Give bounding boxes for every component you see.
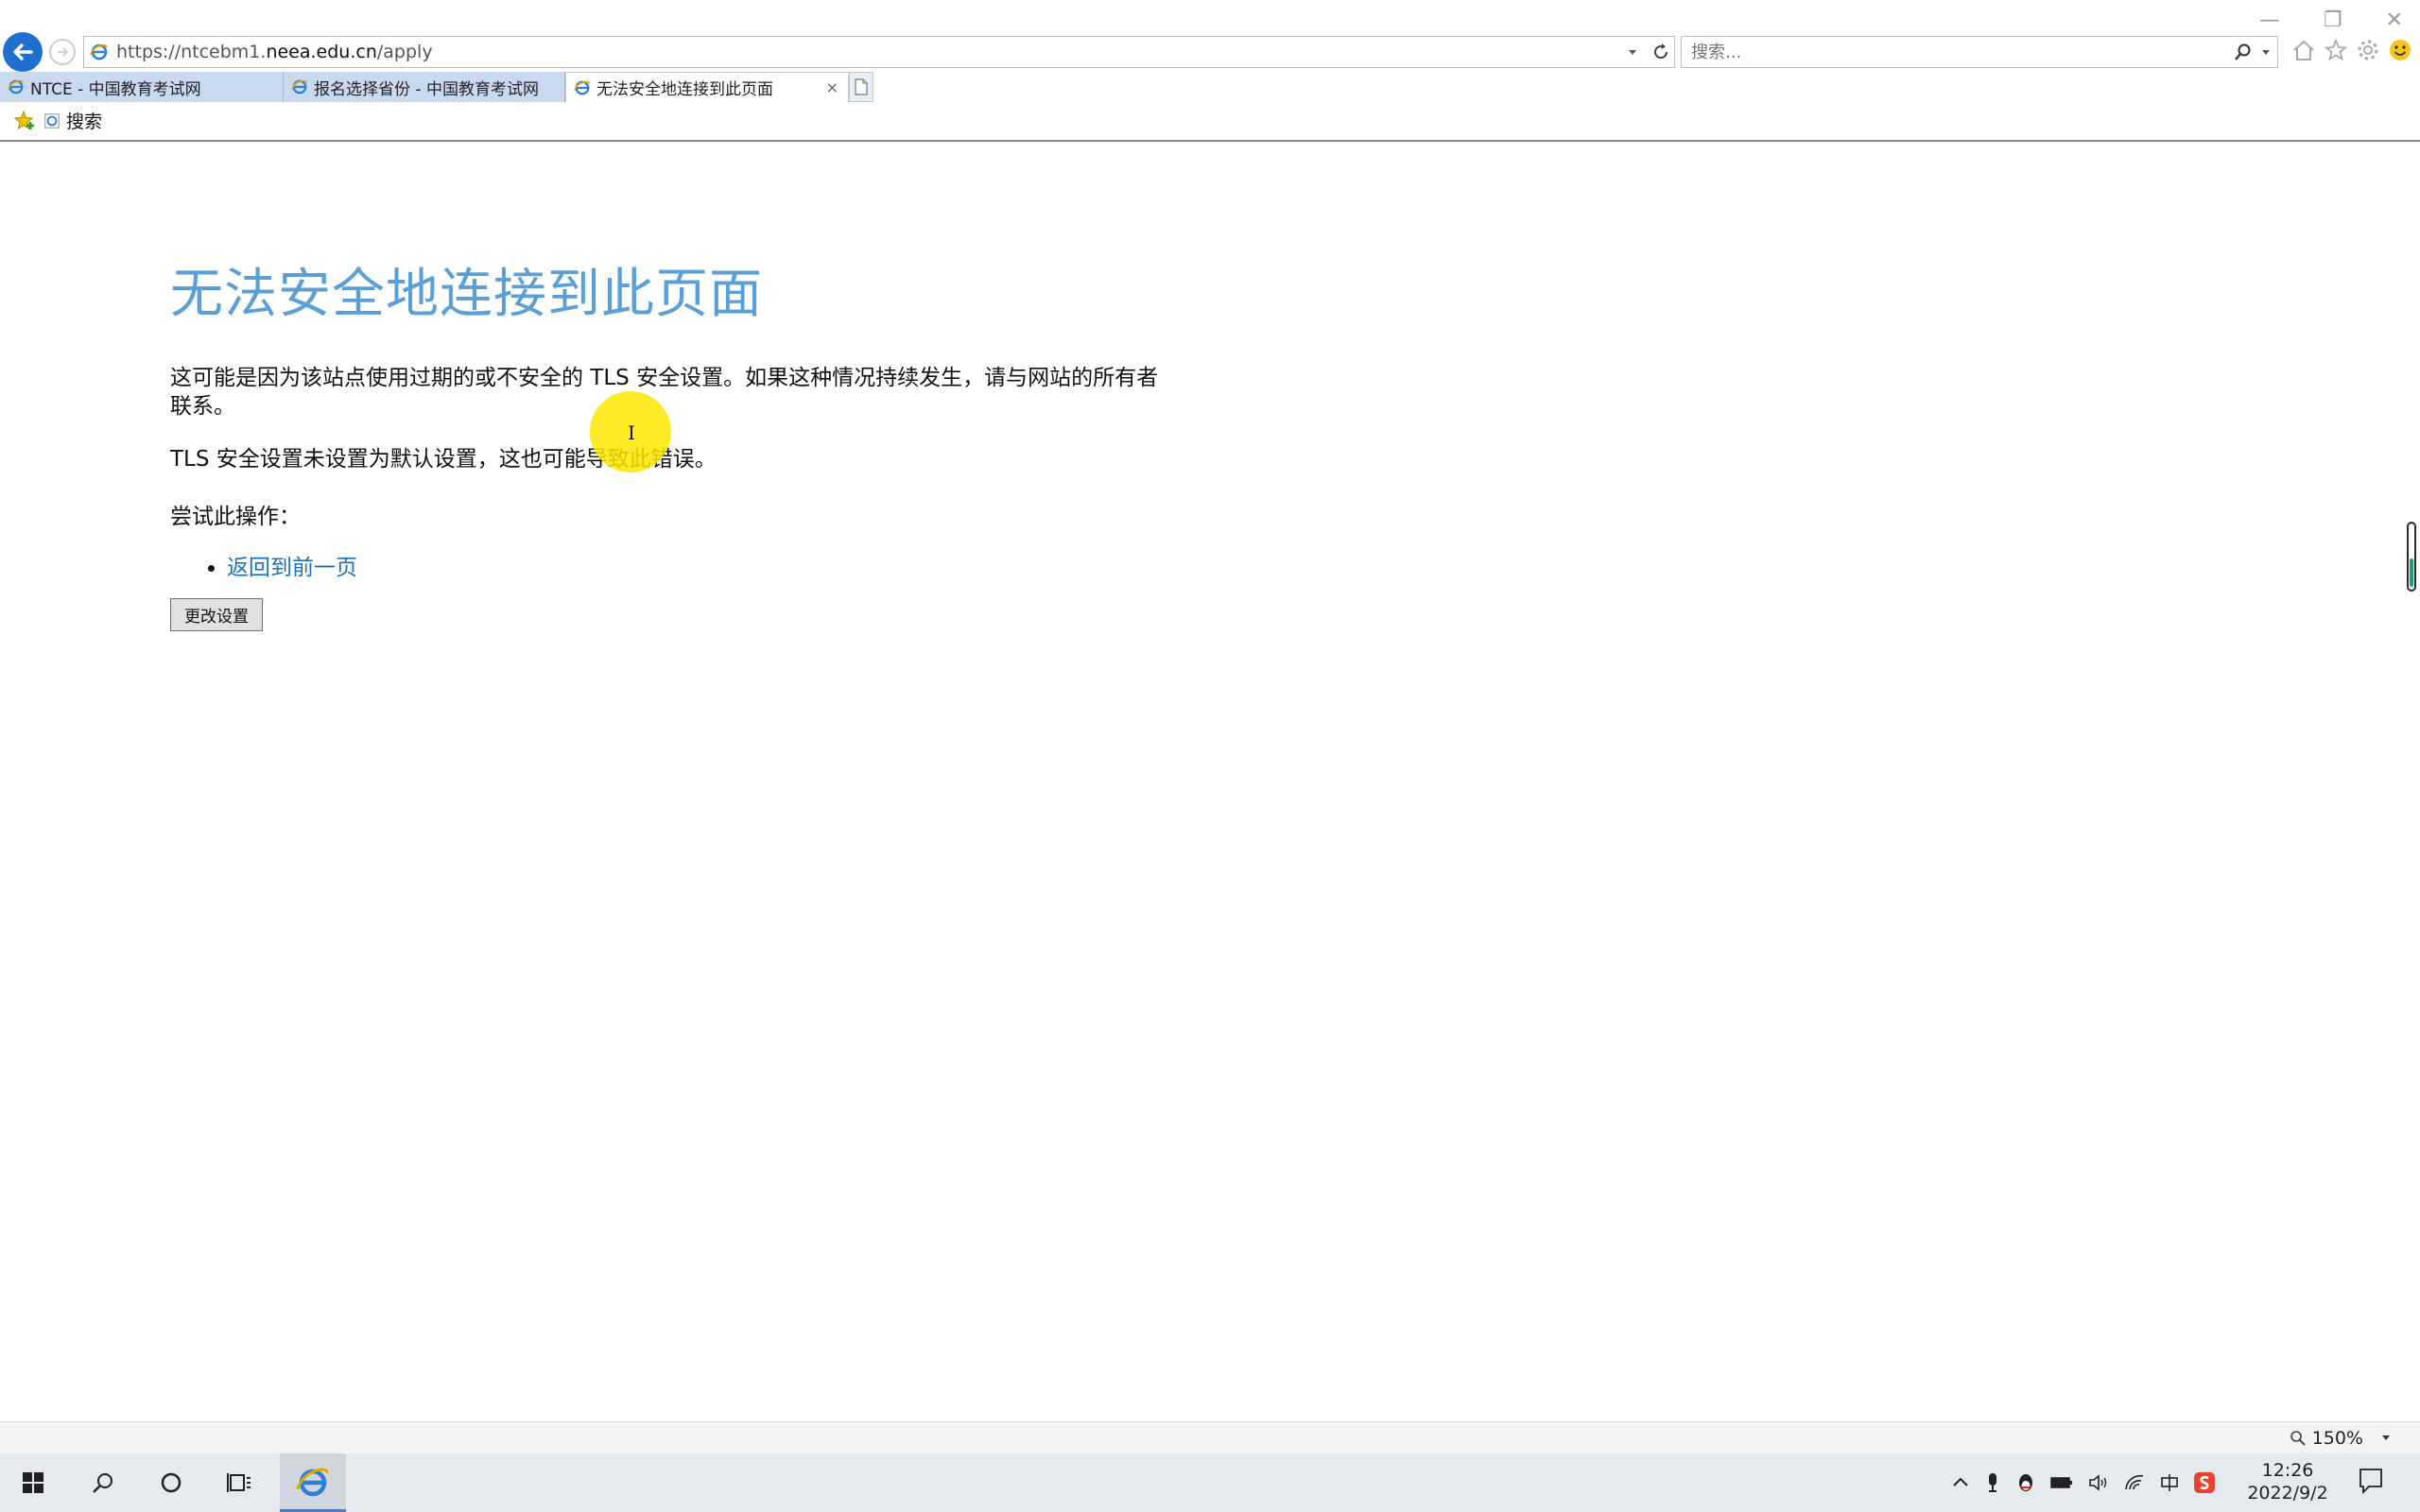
- page-title: 无法安全地连接到此页面: [170, 264, 763, 325]
- close-window-button[interactable]: ✕: [2386, 4, 2403, 38]
- tab-select-province[interactable]: 报名选择省份 - 中国教育考试网: [284, 72, 565, 102]
- change-settings-button[interactable]: 更改设置: [170, 598, 263, 631]
- dropdown-arrow-icon[interactable]: [1627, 41, 1638, 63]
- tab-cannot-connect[interactable]: 无法安全地连接到此页面 ×: [565, 72, 849, 102]
- tab-label: NTCE - 中国教育考试网: [30, 79, 201, 99]
- url-path: /apply: [376, 42, 433, 62]
- ie-tab-icon: [8, 79, 25, 94]
- error-page: 无法安全地连接到此页面 这可能是因为该站点使用过期的或不安全的 TLS 安全设置…: [170, 227, 1172, 631]
- back-arrow-icon: [13, 43, 33, 60]
- text-cursor-icon: Ι: [628, 421, 635, 444]
- restore-button[interactable]: ❐: [2324, 4, 2342, 38]
- tab-strip: NTCE - 中国教育考试网 报名选择省份 - 中国教育考试网 无法安全地连接到…: [0, 72, 873, 102]
- internet-explorer-icon: [296, 1468, 329, 1496]
- tls-note: TLS 安全设置未设置为默认设置，这也可能导致此错误。: [170, 447, 717, 472]
- clock-date: 2022/9/2: [2247, 1483, 2328, 1503]
- favorites-item-label: 搜索: [66, 112, 103, 132]
- favorites-item-search[interactable]: 搜索: [43, 108, 102, 133]
- tab-label: 报名选择省份 - 中国教育考试网: [314, 79, 539, 99]
- search-box[interactable]: [1681, 36, 2278, 68]
- minimize-button[interactable]: —: [2259, 4, 2280, 38]
- zoom-control[interactable]: 150%: [2290, 1428, 2392, 1449]
- qq-penguin-icon[interactable]: [2015, 1471, 2036, 1494]
- battery-icon[interactable]: [2049, 1472, 2074, 1493]
- task-view-icon: [227, 1473, 251, 1492]
- list-item: 返回到前一页: [227, 549, 1172, 581]
- clock-time: 12:26: [2261, 1460, 2314, 1481]
- tab-label: 无法安全地连接到此页面: [596, 80, 773, 99]
- add-favorites-icon[interactable]: [13, 110, 36, 132]
- taskbar-search-button[interactable]: [70, 1453, 136, 1512]
- gear-icon[interactable]: [2356, 38, 2380, 62]
- ie-tab-icon: [291, 79, 308, 94]
- windows-logo-icon: [23, 1472, 43, 1493]
- notification-icon: [2360, 1469, 2382, 1495]
- system-clock[interactable]: 12:26 2022/9/2: [2240, 1459, 2335, 1504]
- start-button[interactable]: [0, 1453, 66, 1512]
- zoom-level: 150%: [2311, 1428, 2363, 1449]
- search-input[interactable]: [1689, 41, 2204, 63]
- notification-center-button[interactable]: [2358, 1467, 2384, 1499]
- chevron-up-icon[interactable]: [1951, 1473, 1970, 1492]
- microphone-icon[interactable]: [1983, 1471, 2002, 1494]
- address-tools: [1627, 41, 1670, 63]
- window-controls: — ❐ ✕: [2259, 4, 2403, 38]
- taskbar: 12:26 2022/9/2: [0, 1453, 2420, 1512]
- url-text[interactable]: https://ntcebm1.neea.edu.cn/apply: [116, 42, 433, 62]
- search-tools: [2234, 42, 2272, 62]
- taskbar-ie-button[interactable]: [280, 1453, 346, 1512]
- scroll-indicator[interactable]: [2407, 522, 2416, 592]
- task-view-button[interactable]: [206, 1453, 272, 1512]
- ie-page-icon: [44, 112, 60, 129]
- go-back-link[interactable]: 返回到前一页: [227, 556, 357, 580]
- ie-tab-icon: [574, 80, 591, 94]
- cortana-button[interactable]: [138, 1453, 204, 1512]
- volume-icon[interactable]: [2087, 1472, 2110, 1493]
- url-prefix: https://ntcebm1.: [116, 42, 267, 62]
- toolbar-icons: [2291, 38, 2412, 62]
- cortana-circle-icon: [161, 1472, 182, 1493]
- input-method-icon[interactable]: [2159, 1472, 2180, 1493]
- search-icon[interactable]: [2234, 42, 2253, 62]
- favorites-star-icon[interactable]: [2324, 38, 2348, 62]
- browser-chrome: — ❐ ✕ https://ntcebm1.neea.edu.cn/apply: [0, 0, 2420, 142]
- tab-ntce[interactable]: NTCE - 中国教育考试网: [0, 72, 284, 102]
- ie-page-icon: [90, 43, 108, 60]
- status-bar: 150%: [0, 1421, 2420, 1454]
- close-tab-icon[interactable]: ×: [826, 78, 838, 96]
- back-button[interactable]: [3, 32, 43, 72]
- network-icon[interactable]: [2123, 1472, 2146, 1493]
- action-list: 返回到前一页: [170, 549, 1172, 581]
- home-icon[interactable]: [2291, 38, 2316, 62]
- chevron-down-icon: [2382, 1435, 2390, 1440]
- smiley-feedback-icon[interactable]: [2388, 38, 2412, 62]
- url-domain: neea.edu.cn: [266, 42, 377, 62]
- forward-arrow-icon: [58, 47, 69, 57]
- forward-button[interactable]: [49, 39, 76, 65]
- zoom-icon: [2290, 1431, 2306, 1446]
- system-tray: [1951, 1453, 2216, 1512]
- address-bar[interactable]: https://ntcebm1.neea.edu.cn/apply: [83, 36, 1675, 68]
- favorites-bar: 搜索: [13, 108, 102, 133]
- refresh-icon[interactable]: [1651, 41, 1670, 63]
- search-dropdown-icon[interactable]: [2260, 42, 2272, 62]
- new-tab-button[interactable]: [849, 72, 873, 102]
- sogou-icon[interactable]: [2193, 1471, 2216, 1494]
- error-description: 这可能是因为该站点使用过期的或不安全的 TLS 安全设置。如果这种情况持续发生，…: [170, 366, 1159, 419]
- new-tab-icon: [855, 78, 868, 95]
- search-icon: [93, 1473, 112, 1493]
- try-label: 尝试此操作：: [170, 505, 301, 529]
